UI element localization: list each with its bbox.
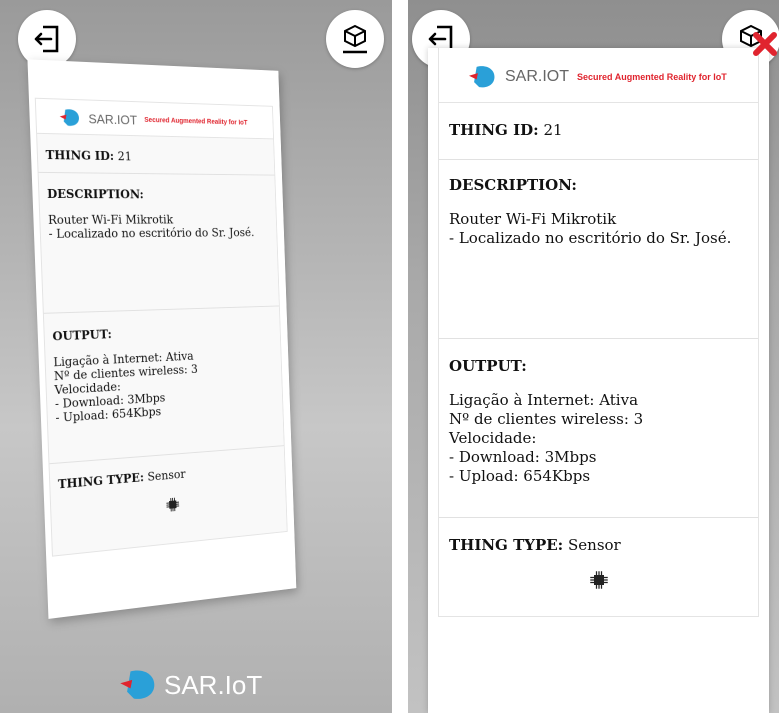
card-header: SAR.IOT Secured Augmented Reality for Io… [35, 98, 274, 140]
ar-cube-icon [343, 24, 367, 54]
ar-info-card-projection: SAR.IOT Secured Augmented Reality for Io… [27, 59, 330, 630]
thing-id-label: THING ID: [45, 148, 115, 163]
card-header: SAR.IOT Secured Augmented Reality for Io… [439, 48, 758, 103]
thing-type-value: Sensor [568, 536, 621, 554]
ar-info-card: SAR.IOT Secured Augmented Reality for Io… [27, 59, 297, 619]
output-section: OUTPUT: Ligação à Internet: Ativa Nº de … [43, 305, 284, 464]
brand-tagline: Secured Augmented Reality for IoT [144, 116, 248, 127]
chip-icon [165, 496, 180, 513]
chip-icon [589, 571, 608, 589]
bottom-brand-logo: SAR.IoT [120, 668, 262, 702]
ar-view-button[interactable] [326, 10, 384, 68]
output-line: - Download: 3Mbps [449, 448, 597, 466]
description-section: DESCRIPTION: Router Wi-Fi Mikrotik - Loc… [439, 159, 758, 338]
thing-id-value: 21 [543, 121, 563, 139]
panel-divider [392, 0, 408, 713]
description-line: Router Wi-Fi Mikrotik [449, 210, 617, 228]
description-line: Router Wi-Fi Mikrotik [47, 212, 174, 227]
description-line: - Localizado no escritório do Sr. José. [449, 229, 732, 247]
thing-id-value: 21 [117, 149, 133, 164]
thing-type-value: Sensor [147, 467, 186, 484]
brand-tagline: Secured Augmented Reality for IoT [577, 72, 727, 82]
info-card-expanded: SAR.IOT Secured Augmented Reality for Io… [428, 48, 769, 713]
output-section: OUTPUT: Ligação à Internet: Ativa Nº de … [439, 338, 758, 517]
output-label: OUTPUT: [52, 327, 112, 344]
output-line: Nº de clientes wireless: 3 [449, 410, 644, 428]
thing-type-label: THING TYPE: [57, 470, 145, 492]
output-label: OUTPUT: [449, 357, 527, 375]
bottom-brand-name: SAR.IoT [164, 669, 263, 700]
sar-iot-logo [469, 66, 495, 88]
close-icon[interactable] [751, 30, 779, 58]
thing-id-section: THING ID: 21 [439, 103, 758, 159]
thing-id-label: THING ID: [449, 121, 539, 139]
exit-icon [34, 25, 59, 53]
brand-name: SAR.IOT [505, 68, 570, 85]
description-label: DESCRIPTION: [449, 176, 577, 194]
ar-camera-view: SAR.IOT Secured Augmented Reality for Io… [0, 0, 392, 713]
thing-id-section: THING ID: 21 [37, 134, 274, 175]
thing-type-label: THING TYPE: [449, 536, 564, 554]
output-line: Ligação à Internet: Ativa [449, 391, 639, 409]
output-line: - Upload: 654Kbps [449, 467, 591, 485]
thing-type-section: THING TYPE: Sensor [49, 445, 287, 556]
thing-type-section: THING TYPE: Sensor [439, 517, 758, 616]
sar-iot-logo [59, 109, 80, 127]
brand-name: SAR.IOT [88, 110, 138, 127]
description-line: - Localizado no escritório do Sr. José. [48, 225, 255, 241]
sar-iot-logo [120, 670, 155, 699]
output-line: Velocidade: [449, 429, 537, 447]
description-section: DESCRIPTION: Router Wi-Fi Mikrotik - Loc… [38, 171, 279, 313]
description-label: DESCRIPTION: [46, 186, 144, 202]
